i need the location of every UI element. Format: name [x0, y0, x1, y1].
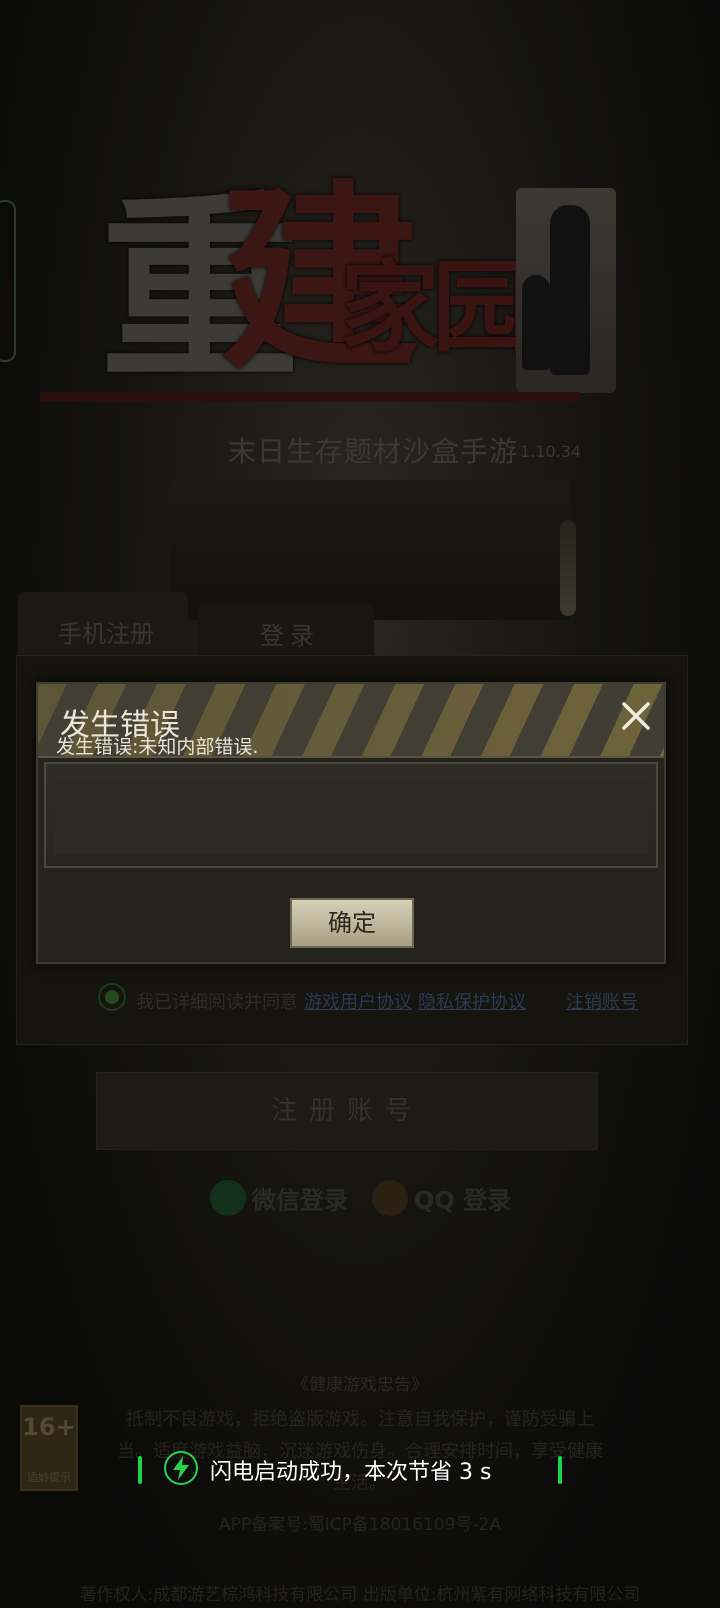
icp-record: APP备案号:蜀ICP备18016109号-2A — [218, 1515, 502, 1535]
close-icon[interactable] — [616, 696, 656, 736]
qq-penguin-icon — [372, 1180, 408, 1216]
lightning-bolt-icon — [164, 1451, 198, 1485]
logo-underline — [40, 392, 580, 402]
logo-char-3: 家园 — [340, 248, 532, 366]
dialog-title: 发生错误 — [60, 708, 180, 743]
agreement-text: 我已详细阅读并同意 游戏用户协议 隐私保护协议 — [136, 988, 526, 1014]
age-rating-number: 16+ — [22, 1413, 76, 1441]
tab-phone-register-label: 手机注册 — [58, 620, 154, 648]
agreement-label: 我已详细阅读并同意 — [136, 992, 298, 1013]
game-subtitle: 末日生存题材沙盒手游 — [228, 435, 519, 468]
toast-accent-left — [138, 1456, 142, 1484]
logo-adult-figure — [550, 205, 590, 375]
toast-message: 闪电启动成功，本次节省 3 s — [210, 1460, 492, 1485]
wechat-icon — [210, 1180, 246, 1216]
tab-login[interactable]: 登录 — [198, 604, 374, 656]
agreement-checkbox[interactable] — [98, 983, 126, 1011]
privacy-policy-link[interactable]: 隐私保护协议 — [418, 992, 526, 1013]
wechat-login-button[interactable]: 微信登录 — [210, 1180, 348, 1220]
background-doorway — [170, 480, 570, 620]
wechat-login-label: 微信登录 — [252, 1186, 348, 1215]
game-logo: 重 建 家园 — [100, 180, 620, 410]
cancel-account-link[interactable]: 注销账号 — [566, 988, 638, 1014]
health-advice-title: 《健康游戏忠告》 — [292, 1375, 428, 1395]
tab-login-label: 登录 — [260, 622, 320, 650]
qq-login-label: QQ 登录 — [414, 1186, 512, 1215]
qq-login-button[interactable]: QQ 登录 — [372, 1180, 511, 1220]
copyright-line: 著作权人:成都游艺棕鸿科技有限公司 出版单位:杭州紫有网络科技有限公司 — [79, 1585, 641, 1605]
game-version: 1.10.34 — [520, 442, 582, 461]
error-dialog: 发生错误 发生错误:未知内部错误. 确定 — [36, 682, 666, 964]
launch-toast: 闪电启动成功，本次节省 3 s — [138, 1448, 568, 1492]
background-lamp — [560, 520, 576, 616]
side-drawer-handle[interactable] — [0, 200, 16, 362]
dialog-message-inner — [54, 778, 648, 854]
register-account-button[interactable]: 注册账号 — [96, 1072, 598, 1150]
dialog-message-box — [44, 762, 658, 868]
age-rating-badge: 16+ 适龄提示 — [20, 1405, 78, 1491]
age-rating-caption: 适龄提示 — [27, 1471, 71, 1484]
toast-accent-right — [558, 1456, 562, 1484]
user-agreement-link[interactable]: 游戏用户协议 — [304, 992, 412, 1013]
tab-phone-register[interactable]: 手机注册 — [18, 592, 188, 656]
confirm-button[interactable]: 确定 — [290, 898, 414, 948]
logo-child-figure — [522, 275, 550, 370]
